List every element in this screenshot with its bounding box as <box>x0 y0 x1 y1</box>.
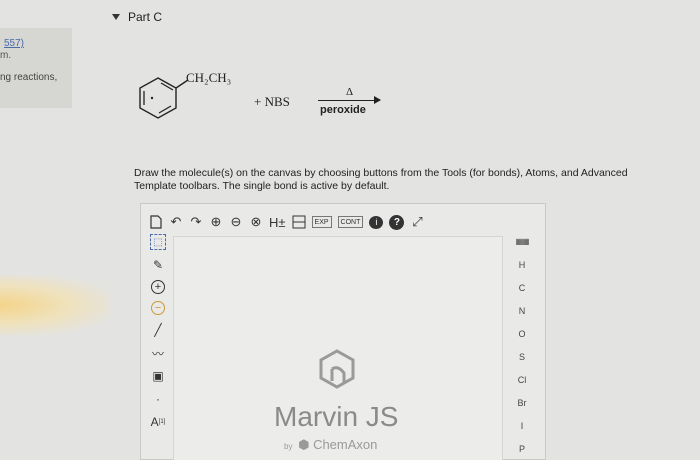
expand-button[interactable]: EXP <box>311 216 332 228</box>
left-toolbar: ⬚ ✎ + − ╱ 〰 ▣ · A [1] <box>147 234 169 430</box>
reaction-scheme: CH₂CH₃ + NBS Δ peroxide <box>130 60 400 140</box>
chemaxon-byline: by ⬢ ChemAxon <box>284 437 377 453</box>
redo-icon[interactable]: ↷ <box>189 213 203 231</box>
ethyl-substituent: CH₂CH₃ <box>186 70 232 85</box>
arrow-head-icon <box>374 96 381 104</box>
collapse-caret-icon[interactable] <box>112 14 120 20</box>
atom-button-I[interactable]: I <box>521 420 524 432</box>
reaction-arrow: Δ peroxide <box>316 86 386 126</box>
atom-map-index: [1] <box>158 419 166 425</box>
single-bond-icon[interactable]: ╱ <box>154 322 161 338</box>
atom-map-tool[interactable]: A [1] <box>151 414 166 430</box>
2d-clean-icon[interactable] <box>292 213 306 231</box>
zoom-in-icon[interactable]: ⊕ <box>209 213 223 231</box>
top-toolbar: ↶ ↷ ⊕ ⊖ ⊗ H± EXP CONT i ? ⤢ <box>149 210 424 234</box>
marvin-editor[interactable]: ↶ ↷ ⊕ ⊖ ⊗ H± EXP CONT i ? ⤢ ⬚ ✎ + − ╱ 〰 … <box>140 203 546 460</box>
company-name: ChemAxon <box>313 437 378 452</box>
instructions-text: Draw the molecule(s) on the canvas by ch… <box>134 167 628 192</box>
clear-icon[interactable]: ⊗ <box>249 213 263 231</box>
periodic-table-icon[interactable]: ▦▦ <box>515 236 529 248</box>
marvin-logo: Marvin JS by ⬢ ChemAxon <box>274 347 434 457</box>
by-label: by <box>284 442 293 451</box>
drawing-canvas[interactable]: Marvin JS by ⬢ ChemAxon <box>173 236 503 460</box>
atom-button-H[interactable]: H <box>519 259 526 271</box>
contract-button[interactable]: CONT <box>337 216 364 228</box>
new-document-icon[interactable] <box>149 213 163 231</box>
template-tool-icon[interactable]: ▣ <box>152 368 163 384</box>
part-title: Part C <box>128 10 163 24</box>
atom-button-O[interactable]: O <box>518 328 525 340</box>
part-header[interactable]: Part C <box>112 10 162 24</box>
light-glare <box>0 275 110 335</box>
marvin-brand-name: Marvin JS <box>274 401 399 432</box>
help-icon[interactable]: ? <box>389 214 405 230</box>
reference-link[interactable]: 557) <box>4 38 24 49</box>
fullscreen-icon[interactable]: ⤢ <box>410 213 424 231</box>
atom-button-C[interactable]: C <box>519 282 526 294</box>
negative-charge-icon[interactable]: − <box>151 301 165 315</box>
reagent-nbs: + NBS <box>254 94 290 109</box>
benzene-ring-icon <box>139 77 189 119</box>
heat-symbol: Δ <box>346 86 354 98</box>
electron-dot-icon[interactable]: · <box>156 391 160 407</box>
info-icon[interactable]: i <box>369 215 384 229</box>
marvin-hexagon-logo-icon <box>319 349 355 389</box>
atom-button-N[interactable]: N <box>519 305 526 317</box>
eraser-icon[interactable]: ✎ <box>153 257 163 273</box>
hydrogen-toggle-button[interactable]: H± <box>269 213 286 231</box>
atoms-toolbar: ▦▦ H C N O S Cl Br I P <box>505 236 539 455</box>
sidebar-reactions-text: ng reactions, <box>0 72 58 83</box>
arrow-line <box>318 100 380 101</box>
zoom-out-icon[interactable]: ⊖ <box>229 213 243 231</box>
atom-button-P[interactable]: P <box>519 443 525 455</box>
select-tool-icon[interactable]: ⬚ <box>150 234 166 250</box>
atom-button-S[interactable]: S <box>519 351 525 363</box>
atom-button-Br[interactable]: Br <box>518 397 527 409</box>
condition-peroxide: peroxide <box>320 104 366 116</box>
chain-tool-icon[interactable]: 〰 <box>152 345 164 361</box>
undo-icon[interactable]: ↶ <box>169 213 183 231</box>
atom-button-Cl[interactable]: Cl <box>518 374 527 386</box>
chemaxon-icon: ⬢ <box>298 437 310 452</box>
atom-map-label: A <box>150 415 159 429</box>
sidebar-text: m. <box>0 50 12 61</box>
positive-charge-icon[interactable]: + <box>151 280 165 294</box>
left-panel: 557) m. ng reactions, <box>0 28 72 108</box>
